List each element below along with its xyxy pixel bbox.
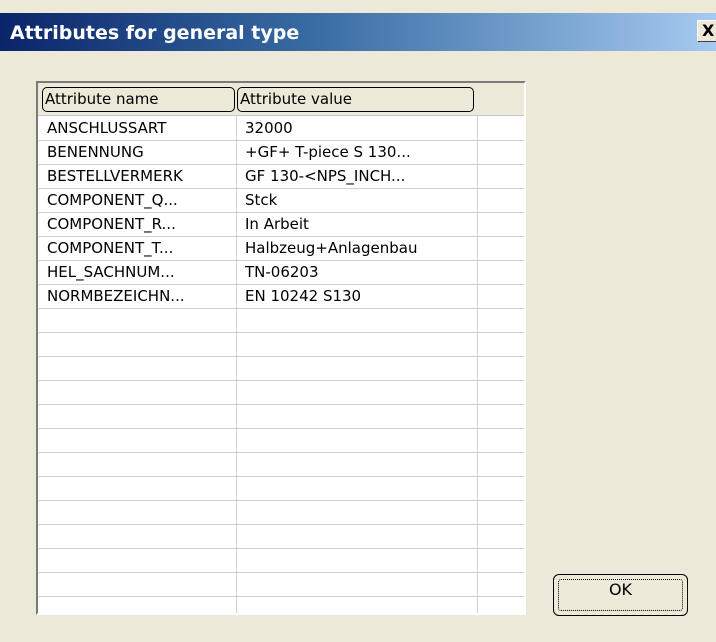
attribute-name-cell: BENENNUNG <box>47 143 144 161</box>
attribute-value-cell: EN 10242 S130 <box>245 287 362 305</box>
attribute-value-cell: TN-06203 <box>245 263 319 281</box>
table-row[interactable] <box>38 525 524 549</box>
ok-button[interactable]: OK <box>553 574 688 616</box>
table-row[interactable] <box>38 597 524 613</box>
table-row[interactable] <box>38 309 524 333</box>
table-row[interactable] <box>38 429 524 453</box>
close-icon: X <box>702 21 715 40</box>
attribute-value-cell: 32000 <box>245 119 293 137</box>
attribute-name-cell: COMPONENT_Q... <box>47 191 178 209</box>
table-row[interactable] <box>38 549 524 573</box>
attributes-list[interactable]: Attribute name Attribute value ANSCHLUSS… <box>36 81 526 615</box>
table-row[interactable] <box>38 405 524 429</box>
table-row[interactable]: BESTELLVERMERK GF 130-<NPS_INCH... <box>38 165 524 189</box>
table-row[interactable]: HEL_SACHNUM... TN-06203 <box>38 261 524 285</box>
attribute-value-cell: GF 130-<NPS_INCH... <box>245 167 406 185</box>
title-bar[interactable]: Attributes for general type X <box>0 13 716 51</box>
column-header-attribute-name[interactable]: Attribute name <box>42 87 235 112</box>
table-row[interactable]: NORMBEZEICHN... EN 10242 S130 <box>38 285 524 309</box>
table-row[interactable] <box>38 381 524 405</box>
table-row[interactable] <box>38 573 524 597</box>
table-row[interactable]: BENENNUNG +GF+ T-piece S 130... <box>38 141 524 165</box>
attribute-value-cell: +GF+ T-piece S 130... <box>245 143 411 161</box>
column-header-attribute-value[interactable]: Attribute value <box>237 87 474 112</box>
table-row[interactable]: COMPONENT_R... In Arbeit <box>38 213 524 237</box>
table-row[interactable] <box>38 453 524 477</box>
attributes-dialog: Attributes for general type X Attribute … <box>0 0 716 642</box>
attribute-name-cell: HEL_SACHNUM... <box>47 263 175 281</box>
attribute-name-cell: ANSCHLUSSART <box>47 119 167 137</box>
close-button[interactable]: X <box>697 20 716 42</box>
attribute-name-cell: COMPONENT_T... <box>47 239 174 257</box>
attribute-name-cell: BESTELLVERMERK <box>47 167 183 185</box>
table-row[interactable] <box>38 501 524 525</box>
table-row[interactable]: ANSCHLUSSART 32000 <box>38 117 524 141</box>
table-row[interactable]: COMPONENT_Q... Stck <box>38 189 524 213</box>
table-row[interactable] <box>38 333 524 357</box>
table-row[interactable] <box>38 477 524 501</box>
table-row[interactable]: COMPONENT_T... Halbzeug+Anlagenbau <box>38 237 524 261</box>
dialog-title: Attributes for general type <box>10 22 300 44</box>
list-header: Attribute name Attribute value <box>38 83 524 116</box>
attribute-value-cell: Halbzeug+Anlagenbau <box>245 239 418 257</box>
attribute-name-cell: COMPONENT_R... <box>47 215 176 233</box>
table-row[interactable] <box>38 357 524 381</box>
attribute-value-cell: Stck <box>245 191 278 209</box>
attribute-value-cell: In Arbeit <box>245 215 309 233</box>
focus-rectangle <box>558 579 683 611</box>
attribute-name-cell: NORMBEZEICHN... <box>47 287 185 305</box>
